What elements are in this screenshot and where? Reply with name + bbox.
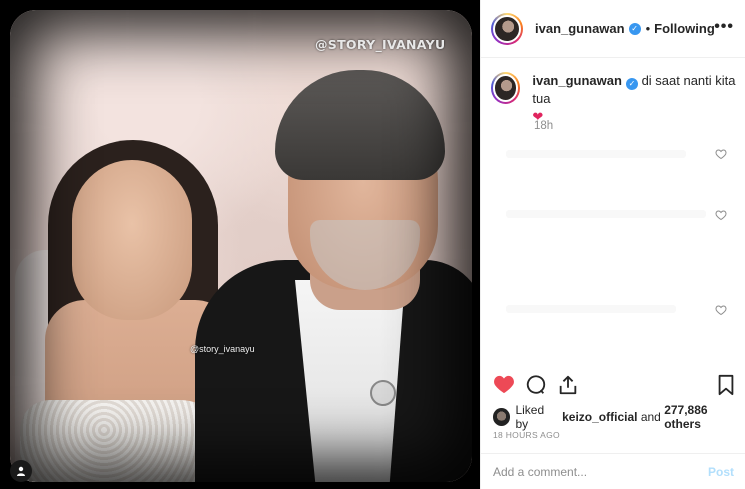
watermark-top: @STORY_IVANAYU — [315, 37, 446, 52]
post-photo[interactable]: @STORY_IVANAYU @story_ivanayu — [10, 10, 472, 482]
comment-input[interactable] — [493, 464, 708, 479]
bookmark-icon[interactable] — [717, 374, 735, 401]
likes-count[interactable]: 277,886 others — [664, 403, 745, 431]
share-icon[interactable] — [557, 374, 579, 401]
photo-vignette — [10, 10, 472, 482]
comment-row — [506, 210, 706, 218]
more-options-icon[interactable]: ••• — [714, 18, 734, 36]
caption-avatar[interactable] — [491, 72, 521, 104]
comment-like-heart-icon[interactable] — [715, 208, 727, 221]
likes-prefix: Liked by — [515, 403, 545, 431]
header-separator: • — [645, 21, 651, 36]
post-date[interactable]: 18 HOURS AGO — [493, 430, 560, 440]
liker-username[interactable]: keizo_official — [562, 410, 637, 424]
comment-row — [506, 150, 686, 158]
post-header: ivan_gunawan ✓ • Following ••• — [481, 0, 745, 58]
post-sidebar: ivan_gunawan ✓ • Following ••• ivan_guna… — [480, 0, 745, 489]
heart-filled-icon[interactable] — [493, 374, 515, 399]
comment-icon[interactable] — [525, 374, 547, 401]
comment-row — [506, 305, 676, 313]
post-media[interactable]: @STORY_IVANAYU @story_ivanayu — [0, 0, 480, 489]
caption-time[interactable]: 18h — [534, 120, 553, 132]
post-actions — [481, 370, 745, 400]
caption-text: ivan_gunawan ✓ di saat nanti kita tua ❤ — [532, 72, 736, 126]
watermark-mid: @story_ivanayu — [190, 344, 255, 354]
user-tag-icon[interactable] — [10, 460, 32, 482]
comment-form: Post — [481, 453, 745, 489]
verified-badge-icon: ✓ — [628, 22, 641, 35]
likes-and: and — [640, 410, 661, 424]
likes-summary: Liked by keizo_official and 277,886 othe… — [493, 403, 745, 431]
verified-badge-icon: ✓ — [625, 78, 638, 90]
header-username[interactable]: ivan_gunawan — [535, 21, 625, 36]
liker-avatar[interactable] — [493, 408, 511, 426]
caption: ivan_gunawan ✓ di saat nanti kita tua ❤ — [491, 72, 736, 126]
avatar[interactable] — [491, 12, 523, 45]
caption-username[interactable]: ivan_gunawan — [532, 73, 622, 88]
following-button[interactable]: Following — [654, 21, 715, 36]
comment-like-heart-icon[interactable] — [715, 303, 727, 316]
comment-like-heart-icon[interactable] — [715, 147, 727, 160]
post-comment-button[interactable]: Post — [708, 465, 734, 479]
